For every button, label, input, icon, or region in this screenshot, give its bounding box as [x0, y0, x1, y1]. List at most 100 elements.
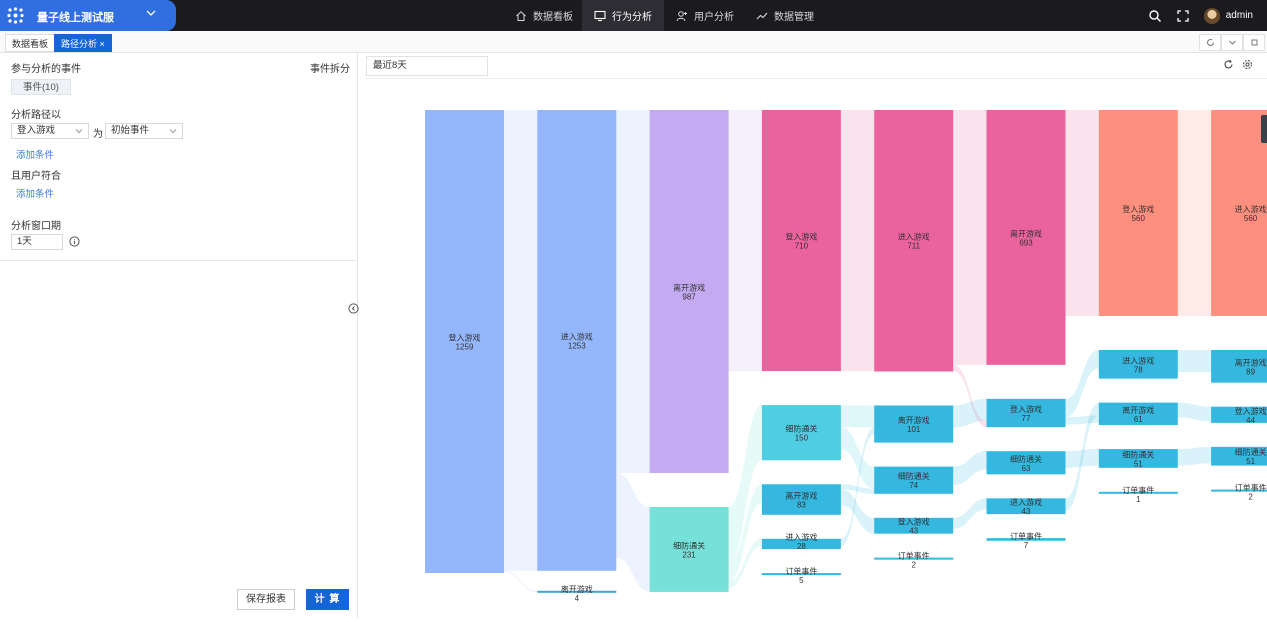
sankey-node-label: 细防通关: [785, 424, 817, 434]
sankey-node-value: 51: [1134, 459, 1143, 468]
path-event-select[interactable]: 登入游戏: [11, 123, 89, 139]
collapse-panel-icon[interactable]: [348, 303, 359, 314]
sankey-link[interactable]: [953, 498, 987, 529]
sankey-node-value: 61: [1134, 415, 1143, 424]
sankey-node-value: 7: [1024, 541, 1029, 550]
sankey-node-label: 离开游戏: [673, 282, 705, 292]
fullscreen-icon[interactable]: [1176, 9, 1190, 23]
chevron-down-icon: [75, 129, 83, 134]
sankey-link[interactable]: [840, 405, 875, 428]
sankey-node-value: 28: [797, 542, 806, 551]
sankey-node-value: 83: [797, 501, 806, 510]
info-icon[interactable]: [69, 236, 80, 247]
nav-dashboard[interactable]: 数据看板: [503, 0, 585, 31]
sankey-node-value: 1: [1136, 495, 1141, 504]
sankey-link[interactable]: [953, 110, 987, 365]
sankey-node-label: 订单事件: [898, 551, 930, 561]
refresh-button[interactable]: [1199, 34, 1221, 51]
user-match-label: 且用户符合: [11, 171, 61, 182]
sankey-link[interactable]: [840, 489, 875, 534]
sankey-link[interactable]: [616, 110, 650, 473]
sankey-node-label: 细防通关: [1122, 449, 1154, 459]
sankey-node-label: 订单事件: [785, 566, 817, 576]
sankey-link[interactable]: [1177, 446, 1212, 466]
nav-user-analysis[interactable]: 用户分析: [664, 0, 746, 31]
sankey-node-label: 离开游戏: [1122, 405, 1154, 415]
calculate-button[interactable]: 计 算: [306, 589, 349, 610]
sankey-node-value: 63: [1022, 464, 1031, 473]
sankey-node-value: 1253: [568, 341, 586, 350]
sankey-chart: 登入游戏1259进入游戏1253离开游戏4离开游戏987细防通关231登入游戏7…: [425, 110, 1267, 603]
sankey-node-value: 44: [1246, 416, 1255, 425]
sankey-node-label: 离开游戏: [785, 491, 817, 501]
sankey-link[interactable]: [953, 451, 987, 486]
sankey-node-label: 进入游戏: [561, 331, 593, 341]
sankey-link[interactable]: [1177, 110, 1212, 316]
sankey-node-value: 4: [575, 594, 580, 603]
sankey-link[interactable]: [1177, 402, 1212, 422]
tab-path-analysis[interactable]: 路径分析 ×: [54, 34, 112, 52]
events-pill[interactable]: 事件(10): [11, 79, 71, 95]
sankey-link[interactable]: [1065, 110, 1099, 316]
sankey-node-label: 登入游戏: [449, 333, 481, 343]
project-switcher[interactable]: 量子线上测试服: [0, 0, 176, 31]
sankey-node-value: 101: [907, 425, 921, 434]
sankey-link[interactable]: [504, 110, 538, 571]
settings-icon[interactable]: [1242, 59, 1253, 70]
tab-menu-button[interactable]: [1221, 34, 1243, 51]
sankey-node-label: 订单事件: [1235, 483, 1267, 493]
nav-label: 数据看板: [533, 12, 573, 23]
tab-dashboard[interactable]: 数据看板: [5, 34, 56, 52]
sankey-node-value: 2: [1248, 493, 1253, 502]
sankey-link[interactable]: [616, 472, 650, 592]
sankey-node-value: 560: [1132, 214, 1146, 223]
sankey-node-value: 150: [795, 434, 809, 443]
sankey-chart-area: 登入游戏 1259 进入游戏 1253 离开游戏 4 离开游戏 987 细防通关 231 登入游戏 7…: [366, 78, 1267, 618]
chevron-down-icon: [169, 129, 177, 134]
sankey-node-value: 74: [909, 481, 918, 490]
sankey-node-value: 2: [911, 561, 916, 570]
add-user-condition-link[interactable]: 添加条件: [16, 186, 54, 200]
nav-label: 行为分析: [612, 12, 652, 23]
sankey-node-label: 登入游戏: [1010, 404, 1042, 414]
path-label: 分析路径以: [11, 110, 61, 121]
sankey-link[interactable]: [728, 110, 762, 372]
nav-label: 数据管理: [774, 12, 814, 23]
expand-button[interactable]: [1243, 34, 1265, 51]
events-label: 参与分析的事件: [11, 64, 81, 75]
user-add-icon: [676, 10, 687, 21]
sankey-node-value: 51: [1246, 457, 1255, 466]
top-bar: 量子线上测试服 数据看板 行为分析 用户分析 数据管理 admin: [0, 0, 1267, 31]
date-range-picker[interactable]: 最近8天: [366, 56, 488, 76]
sankey-node-label: 登入游戏: [898, 517, 930, 527]
path-role-value: 初始事件: [111, 125, 150, 136]
sankey-node-label: 进入游戏: [1122, 355, 1154, 365]
app-logo-icon: [7, 7, 24, 24]
sankey-link[interactable]: [1177, 349, 1212, 373]
sankey-link[interactable]: [504, 570, 538, 593]
sankey-node-label: 订单事件: [1010, 531, 1042, 541]
sankey-link[interactable]: [840, 110, 875, 372]
add-condition-link[interactable]: 添加条件: [16, 147, 54, 161]
path-role-select[interactable]: 初始事件: [105, 123, 183, 139]
user-name[interactable]: admin: [1226, 10, 1253, 21]
as-label: 为: [93, 129, 103, 140]
side-drawer-handle[interactable]: [1261, 115, 1267, 143]
analysis-config-panel: 参与分析的事件 事件拆分 事件(10) 分析路径以 登入游戏 为 初始事件 添加…: [0, 53, 359, 618]
search-icon[interactable]: [1148, 9, 1162, 23]
sankey-node-value: 5: [799, 576, 804, 585]
sankey-node-label: 进入游戏: [1010, 497, 1042, 507]
sankey-node-value: 1259: [456, 343, 474, 352]
nav-label: 用户分析: [694, 12, 734, 23]
save-report-button[interactable]: 保存报表: [237, 589, 295, 610]
refresh-icon[interactable]: [1223, 59, 1234, 70]
nav-data-management[interactable]: 数据管理: [744, 0, 826, 31]
window-input[interactable]: 1天: [11, 234, 63, 250]
split-label[interactable]: 事件拆分: [310, 60, 350, 75]
nav-behavior-analysis[interactable]: 行为分析: [582, 0, 664, 31]
avatar[interactable]: [1203, 7, 1220, 24]
sankey-node-label: 离开游戏: [561, 584, 593, 594]
sankey-node-label: 离开游戏: [1010, 228, 1042, 238]
sankey-link[interactable]: [1065, 415, 1099, 425]
chevron-down-icon[interactable]: [145, 7, 157, 19]
